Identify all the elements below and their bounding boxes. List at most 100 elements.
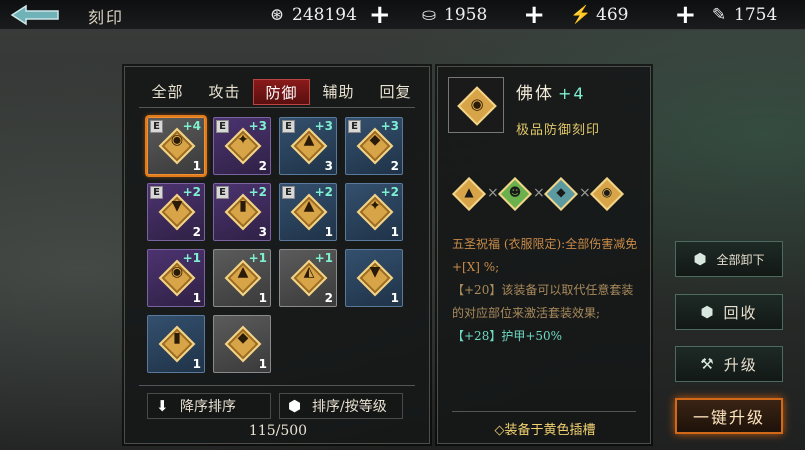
seal-quality: 极品防御刻印 (516, 123, 601, 138)
ingot-resource: ⛀ 1958 + (418, 2, 545, 28)
set-items-row: ▲ × ☻ × ◆ × ◉ (452, 175, 634, 215)
set-item-icon: ◆ (544, 177, 578, 211)
divider (139, 107, 415, 108)
slot-level: +1 (182, 251, 201, 265)
seal-glyph: ▮ (173, 330, 181, 346)
slot-count: 1 (258, 291, 267, 305)
seal-name: 佛体 +4 (516, 79, 586, 104)
seal-slot[interactable]: E +3 ◆ 2 (345, 117, 403, 175)
slot-level: +3 (380, 119, 399, 133)
slot-count: 3 (258, 225, 267, 239)
seal-slot[interactable]: +1 ◭ 2 (279, 249, 337, 307)
slot-count: 1 (192, 291, 201, 305)
link-icon: × (487, 185, 499, 201)
seal-glyph: ◭ (303, 264, 315, 280)
add-coin-button[interactable]: + (369, 2, 391, 28)
seal-slot[interactable]: E +2 ▼ 2 (147, 183, 205, 241)
seal-glyph: ◆ (237, 330, 249, 346)
one-click-upgrade-button[interactable]: 一键升级 (675, 398, 783, 434)
seal-slot[interactable]: +1 ◉ 1 (147, 249, 205, 307)
slot-count: 1 (192, 357, 201, 371)
stamina-resource: ⚡ 469 + (570, 2, 696, 28)
back-arrow-icon[interactable] (8, 3, 64, 27)
slot-count: 2 (258, 159, 267, 173)
effect-line-2: 【+20】该装备可以取代任意套装的对应部位来激活套装效果; (452, 279, 642, 325)
effect-line-1: 五圣祝福 (衣服限定):全部伤害减免+[X] %; (452, 237, 638, 274)
slot-count: 1 (258, 357, 267, 371)
scroll-resource: ✎ 1754 (708, 2, 777, 28)
equip-hint: ◇装备于黄色插槽 (494, 423, 596, 438)
seal-glyph: ▼ (369, 264, 381, 280)
slot-level: +1 (248, 251, 267, 265)
ingot-icon: ⛀ (421, 5, 437, 25)
set-glyph: ◆ (556, 185, 566, 199)
cube-icon: ⬢ (693, 250, 709, 268)
seal-slot[interactable]: ▮ 1 (147, 315, 205, 373)
slot-count: 2 (192, 225, 201, 239)
set-item-icon: ☻ (498, 177, 532, 211)
tab-recovery[interactable]: 回复 (367, 79, 424, 105)
upgrade-button[interactable]: ⚒ 升级 (675, 346, 783, 382)
seal-level: +4 (558, 84, 586, 103)
divider (452, 411, 636, 412)
set-item-icon: ▲ (452, 177, 486, 211)
sort-descending-label: 降序排序 (180, 399, 236, 415)
recycle-button[interactable]: ⬢ 回收 (675, 294, 783, 330)
slot-level: +2 (182, 185, 201, 199)
seal-glyph: ◉ (170, 132, 184, 148)
tab-support[interactable]: 辅助 (310, 79, 367, 105)
coin-resource: ⊛ 248194 + (266, 2, 391, 28)
effect-line-3: 【+28】护甲+50% (452, 325, 642, 348)
sort-by-level-label: 排序/按等级 (312, 399, 387, 415)
sort-by-level-button[interactable]: ⬢ 排序/按等级 (279, 393, 403, 419)
add-stamina-button[interactable]: + (674, 2, 696, 28)
add-ingot-button[interactable]: + (523, 2, 545, 28)
seal-glyph: ▼ (171, 198, 183, 214)
category-tabs: 全部 攻击 防御 辅助 回复 (139, 79, 424, 105)
scroll-value: 1754 (734, 5, 778, 25)
page-title: 刻印 (88, 8, 125, 27)
seal-slot[interactable]: ▼ 1 (345, 249, 403, 307)
seal-glyph: ▲ (303, 132, 315, 148)
inventory-grid: E +4 ◉ 1 E +3 ✦ 2 E +3 ▲ 3 E +3 ◆ 2 E +2 ▼ 2 E +2 ▮ 3 E +2 ▲ 1 +2 ✦ 1 +… (145, 115, 403, 373)
slot-count: 1 (192, 159, 201, 173)
coin-value: 248194 (292, 5, 357, 25)
slot-level: +3 (248, 119, 267, 133)
sort-descending-button[interactable]: ⬇ 降序排序 (147, 393, 271, 419)
link-icon: × (533, 185, 545, 201)
slot-level: +2 (314, 185, 333, 199)
detail-panel: ◉ 佛体 +4 极品防御刻印 ▲ × ☻ × ◆ × ◉ 五圣祝福 (衣服限定):全部伤害减免… (437, 66, 651, 444)
stamina-value: 469 (596, 5, 629, 25)
seal-slot[interactable]: ◆ 1 (213, 315, 271, 373)
slot-level: +4 (182, 119, 201, 133)
scroll-icon: ✎ (711, 5, 727, 25)
hammer-icon: ⚒ (700, 355, 716, 373)
unequip-all-button[interactable]: ⬢ 全部卸下 (675, 241, 783, 277)
link-icon: × (579, 185, 591, 201)
set-glyph: ☻ (508, 185, 522, 199)
seal-slot[interactable]: E +3 ▲ 3 (279, 117, 337, 175)
seal-glyph: ✦ (237, 132, 249, 148)
selected-seal-icon: ◉ (448, 77, 504, 133)
seal-slot[interactable]: E +2 ▮ 3 (213, 183, 271, 241)
seal-slot[interactable]: E +4 ◉ 1 (145, 115, 207, 177)
seal-glyph: ▲ (303, 198, 315, 214)
recycle-label: 回收 (723, 303, 758, 322)
tab-attack[interactable]: 攻击 (196, 79, 253, 105)
tab-defense[interactable]: 防御 (253, 79, 310, 105)
seal-slot[interactable]: +1 ▲ 1 (213, 249, 271, 307)
inventory-panel: 全部 攻击 防御 辅助 回复 E +4 ◉ 1 E +3 ✦ 2 E +3 ▲ 3 E +3 ◆ 2 E +2 ▼ 2… (124, 66, 430, 444)
set-item-icon: ◉ (590, 177, 624, 211)
seal-glyph: ◆ (369, 132, 381, 148)
seal-glyph: ✦ (369, 198, 381, 214)
one-click-upgrade-label: 一键升级 (692, 408, 765, 427)
seal-name-text: 佛体 (516, 84, 554, 104)
ingot-value: 1958 (444, 5, 488, 25)
seal-slot[interactable]: +2 ✦ 1 (345, 183, 403, 241)
seal-slot[interactable]: E +3 ✦ 2 (213, 117, 271, 175)
slot-count: 2 (390, 159, 399, 173)
set-glyph: ▲ (464, 185, 474, 199)
seal-slot[interactable]: E +2 ▲ 1 (279, 183, 337, 241)
tab-all[interactable]: 全部 (139, 79, 196, 105)
set-glyph: ◉ (601, 185, 613, 199)
